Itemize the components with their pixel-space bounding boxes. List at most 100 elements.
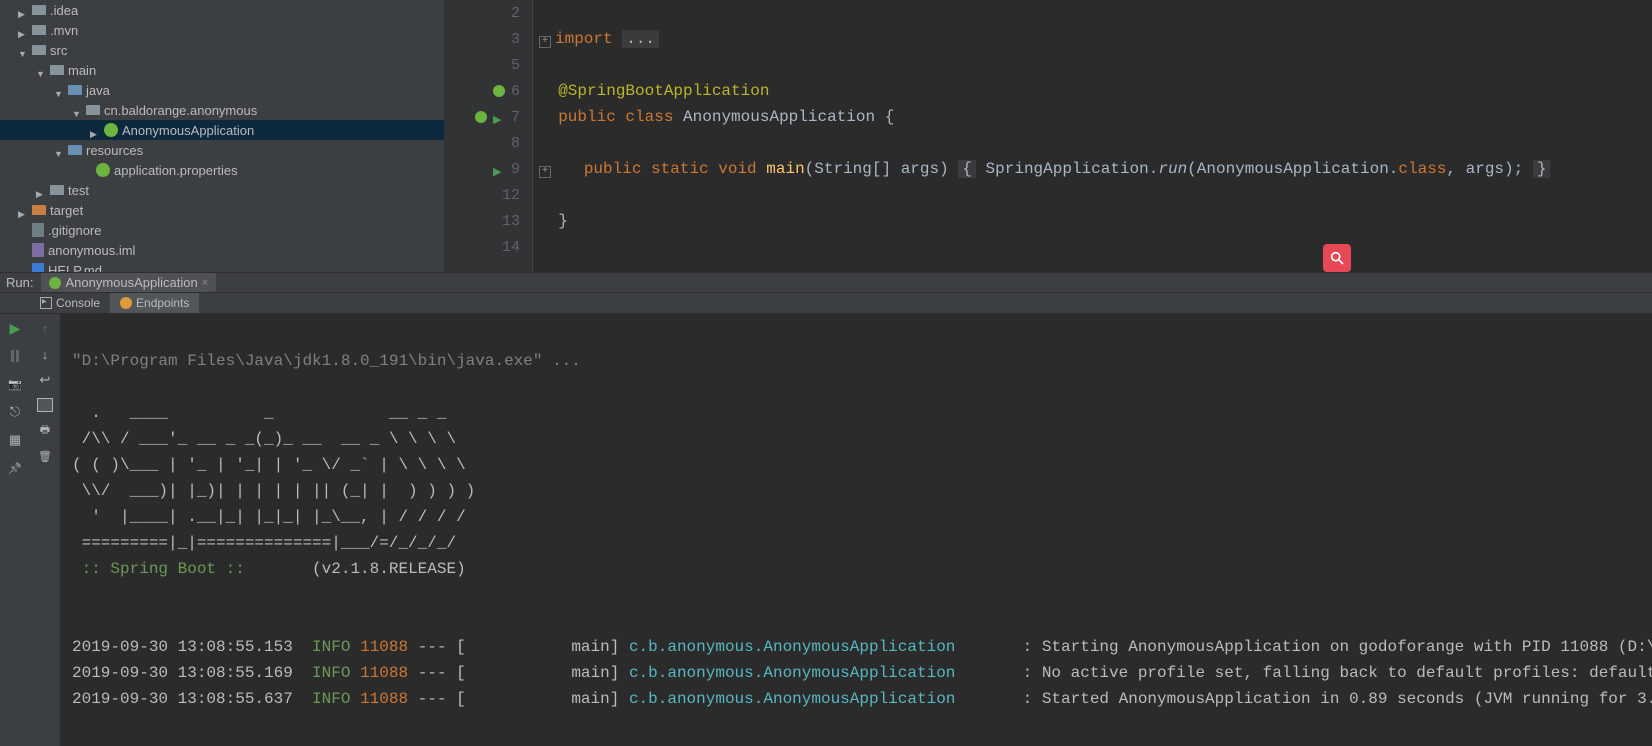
code-folded[interactable]: ...	[622, 30, 659, 48]
tree-label: resources	[86, 143, 143, 158]
soft-wrap-button[interactable]	[37, 372, 53, 388]
folder-icon	[32, 45, 46, 55]
log-sep: --- [	[418, 664, 466, 682]
log-sep: :	[955, 664, 1041, 682]
tree-item-target[interactable]: target	[0, 200, 444, 220]
log-sep: --- [	[418, 690, 466, 708]
console-icon	[40, 297, 52, 309]
chevron-icon[interactable]	[18, 205, 28, 215]
layout-button[interactable]	[7, 432, 23, 448]
tab-endpoints[interactable]: Endpoints	[110, 293, 199, 313]
fold-icon[interactable]: +	[539, 36, 551, 48]
code-keyword: class	[625, 108, 673, 126]
tree-item-help[interactable]: HELP.md	[0, 260, 444, 272]
spring-gutter-icon[interactable]	[493, 85, 505, 97]
log-logger: c.b.anonymous.AnonymousApplication	[629, 638, 955, 656]
chevron-icon[interactable]	[18, 25, 28, 35]
scroll-to-end-button[interactable]	[37, 398, 53, 412]
log-thread: main]	[466, 638, 620, 656]
print-button[interactable]	[37, 422, 53, 438]
pin-button[interactable]	[7, 460, 23, 476]
code-annotation: @SpringBootApplication	[558, 82, 769, 100]
line-number: 2	[511, 5, 520, 22]
console-tab-bar: Console Endpoints	[0, 293, 1652, 314]
tree-label: HELP.md	[48, 263, 102, 273]
code-editor[interactable]: 2 3 5 6 7 8 9 12 13 14 +import ... @Spri…	[445, 0, 1652, 272]
project-tree[interactable]: .idea .mvn src main java cn.baldorange.a…	[0, 0, 445, 272]
tree-item-idea[interactable]: .idea	[0, 0, 444, 20]
tree-item-resources[interactable]: resources	[0, 140, 444, 160]
banner-line: ' |____| .__|_| |_|_| |_\__, | / / / /	[72, 508, 466, 526]
chevron-icon[interactable]	[36, 185, 46, 195]
run-toolbar-secondary	[30, 314, 60, 746]
code-classname: AnonymousApplication	[683, 108, 875, 126]
close-icon[interactable]: ×	[202, 277, 208, 289]
code-brace: }	[558, 212, 568, 230]
chevron-icon[interactable]	[18, 45, 28, 55]
folder-icon	[68, 85, 82, 95]
chevron-icon[interactable]	[54, 85, 64, 95]
find-action-badge[interactable]	[1323, 244, 1351, 272]
chevron-icon[interactable]	[90, 125, 100, 135]
code-method: run	[1158, 160, 1187, 178]
log-message: No active profile set, falling back to d…	[1042, 664, 1652, 682]
up-stacktrace-button[interactable]	[37, 320, 53, 336]
spring-gutter-icon[interactable]	[475, 111, 487, 123]
tree-item-java[interactable]: java	[0, 80, 444, 100]
chevron-icon[interactable]	[54, 145, 64, 155]
tree-label: java	[86, 83, 110, 98]
run-gutter-icon[interactable]	[493, 163, 505, 175]
run-label: Run:	[6, 275, 33, 290]
tree-item-mvn[interactable]: .mvn	[0, 20, 444, 40]
line-number: 13	[502, 213, 520, 230]
tree-label: src	[50, 43, 67, 58]
log-message: Starting AnonymousApplication on godofor…	[1042, 638, 1652, 656]
line-number: 9	[511, 161, 520, 178]
run-toolbar-primary	[0, 314, 30, 746]
spring-icon	[104, 123, 118, 137]
code-folded[interactable]: }	[1533, 160, 1551, 178]
console-output[interactable]: "D:\Program Files\Java\jdk1.8.0_191\bin\…	[60, 314, 1652, 746]
tab-label: Console	[56, 296, 100, 310]
chevron-icon[interactable]	[18, 5, 28, 15]
clear-all-button[interactable]	[37, 448, 53, 464]
tree-item-package[interactable]: cn.baldorange.anonymous	[0, 100, 444, 120]
pause-button[interactable]	[7, 348, 23, 364]
code-keyword: import	[555, 30, 613, 48]
tree-item-app[interactable]: AnonymousApplication	[0, 120, 444, 140]
exit-button[interactable]	[7, 404, 23, 420]
tab-console[interactable]: Console	[30, 293, 110, 313]
down-stacktrace-button[interactable]	[37, 346, 53, 362]
line-number: 7	[511, 109, 520, 126]
log-thread: main]	[466, 690, 620, 708]
dump-threads-button[interactable]	[7, 376, 23, 392]
tree-item-props[interactable]: application.properties	[0, 160, 444, 180]
code-folded[interactable]: {	[958, 160, 976, 178]
tree-item-main[interactable]: main	[0, 60, 444, 80]
run-gutter-icon[interactable]	[493, 111, 505, 123]
banner-line: . ____ _ __ _ _	[72, 404, 446, 422]
log-message: Started AnonymousApplication in 0.89 sec…	[1042, 690, 1652, 708]
code-args: (AnonymousApplication.	[1187, 160, 1398, 178]
fold-icon[interactable]: +	[539, 166, 551, 178]
run-config-tab[interactable]: AnonymousApplication ×	[41, 273, 216, 292]
code-area[interactable]: +import ... @SpringBootApplication publi…	[533, 0, 1652, 272]
tree-label: AnonymousApplication	[122, 123, 254, 138]
line-number: 14	[502, 239, 520, 256]
log-pid: 11088	[360, 664, 408, 682]
log-thread: main]	[466, 664, 620, 682]
chevron-icon[interactable]	[36, 65, 46, 75]
code-args: , args);	[1446, 160, 1523, 178]
chevron-icon[interactable]	[72, 105, 82, 115]
log-level: INFO	[312, 664, 350, 682]
folder-icon	[32, 5, 46, 15]
rerun-button[interactable]	[7, 320, 23, 336]
tree-label: main	[68, 63, 96, 78]
tree-item-iml[interactable]: anonymous.iml	[0, 240, 444, 260]
tree-item-test[interactable]: test	[0, 180, 444, 200]
tree-item-gitignore[interactable]: .gitignore	[0, 220, 444, 240]
log-pid: 11088	[360, 638, 408, 656]
spring-boot-label: :: Spring Boot ::	[72, 560, 245, 578]
tree-item-src[interactable]: src	[0, 40, 444, 60]
line-number: 3	[511, 31, 520, 48]
